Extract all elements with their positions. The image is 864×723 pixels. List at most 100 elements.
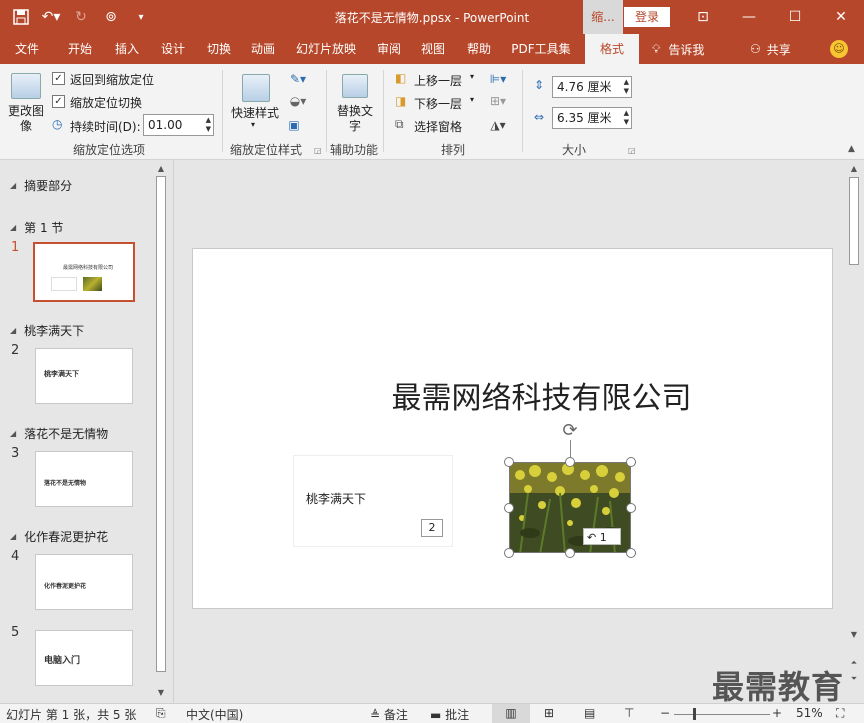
return-to-zoom-checkbox[interactable]: ✓	[52, 72, 65, 85]
tab-insert[interactable]: 插入	[106, 34, 148, 64]
section-collapse-icon[interactable]: ◢	[10, 181, 16, 190]
maximize-icon[interactable]: ☐	[772, 0, 818, 34]
section-header[interactable]: ◢ 第 1 节	[10, 219, 63, 236]
tab-file[interactable]: 文件	[6, 34, 48, 64]
resize-handle[interactable]	[504, 548, 514, 558]
width-input[interactable]: 6.35 厘米 ▲ ▼	[552, 107, 632, 129]
next-slide-icon[interactable]: ⏷	[847, 672, 861, 686]
zoom-slider-track[interactable]	[674, 714, 770, 715]
main-scrollbar[interactable]: ▲ ▼ ⏶ ⏷	[847, 160, 861, 703]
scroll-up-icon[interactable]: ▲	[847, 162, 861, 176]
feedback-smiley-icon[interactable]: ☺	[830, 40, 848, 58]
duration-input[interactable]: 01.00 ▲ ▼	[143, 114, 214, 136]
alt-text-button[interactable]: 替换文字	[332, 104, 378, 134]
tab-review[interactable]: 审阅	[368, 34, 410, 64]
effects-icon[interactable]: ◒▾	[284, 92, 312, 110]
bring-forward-button[interactable]: 上移一层	[414, 72, 462, 89]
border-pen-icon[interactable]: ✎▾	[284, 70, 312, 88]
section-collapse-icon[interactable]: ◢	[10, 326, 16, 335]
slide-thumbnail[interactable]: 电脑入门	[35, 630, 133, 686]
section-collapse-icon[interactable]: ◢	[10, 532, 16, 541]
language-indicator[interactable]: 中文(中国)	[186, 706, 243, 723]
slide-thumbnail[interactable]: 桃李满天下	[35, 348, 133, 404]
present-from-start-icon[interactable]: ⊚	[98, 6, 124, 28]
tell-me-box[interactable]: 💡︎ 告诉我	[652, 34, 704, 64]
zoom-out-icon[interactable]: −	[660, 706, 670, 720]
ribbon-display-options-icon[interactable]: ⊡	[680, 0, 726, 34]
slide-canvas[interactable]: 最需网络科技有限公司 桃李满天下 2 ⟳ ↶ 1	[192, 248, 833, 609]
background-image-icon[interactable]: ▣	[284, 116, 304, 134]
tab-animations[interactable]: 动画	[242, 34, 284, 64]
fit-slide-icon[interactable]: ⛶	[836, 706, 844, 721]
tab-slideshow[interactable]: 幻灯片放映	[290, 34, 362, 64]
selection-pane-button[interactable]: 选择窗格	[414, 118, 462, 135]
resize-handle[interactable]	[626, 457, 636, 467]
group-objects-icon[interactable]: ⊞▾	[485, 92, 511, 110]
slide-thumbnail[interactable]: 最需网络科技有限公司	[33, 242, 135, 302]
comments-button[interactable]: ▬ 批注	[430, 706, 469, 723]
section-header[interactable]: ◢ 化作春泥更护花	[10, 528, 108, 545]
send-backward-button[interactable]: 下移一层	[414, 95, 462, 112]
height-input[interactable]: 4.76 厘米 ▲ ▼	[552, 76, 632, 98]
dialog-launcher-icon[interactable]: ◲	[314, 146, 322, 155]
quick-styles-button[interactable]: 快速样式	[231, 104, 279, 121]
tab-transitions[interactable]: 切换	[198, 34, 240, 64]
scroll-down-icon[interactable]: ▼	[847, 628, 861, 642]
spinner-arrows-icon[interactable]: ▲ ▼	[624, 109, 629, 127]
section-header[interactable]: ◢ 落花不是无情物	[10, 425, 108, 442]
align-icon[interactable]: ⊫▾	[485, 70, 511, 88]
section-collapse-icon[interactable]: ◢	[10, 429, 16, 438]
resize-handle[interactable]	[565, 548, 575, 558]
slide-thumbnail[interactable]: 落花不是无情物	[35, 451, 133, 507]
spellcheck-icon[interactable]: ⎘	[156, 706, 166, 721]
rotate-icon[interactable]: ◮▾	[485, 116, 511, 134]
previous-slide-icon[interactable]: ⏶	[847, 656, 861, 670]
slide-thumbnail[interactable]: 化作春泥更护花	[35, 554, 133, 610]
context-tab-zoom-tools[interactable]: 缩...	[583, 0, 623, 34]
redo-icon[interactable]: ↻	[68, 6, 94, 28]
resize-handle[interactable]	[565, 457, 575, 467]
resize-handle[interactable]	[504, 457, 514, 467]
save-icon[interactable]	[8, 6, 34, 28]
resize-handle[interactable]	[504, 503, 514, 513]
customize-toolbar-icon[interactable]: ▾	[128, 6, 154, 28]
notes-button[interactable]: ≜ 备注	[370, 706, 408, 723]
resize-handle[interactable]	[626, 503, 636, 513]
scroll-down-icon[interactable]: ▼	[154, 686, 168, 700]
zoom-slider-thumb[interactable]	[693, 708, 696, 720]
quick-styles-icon[interactable]	[240, 72, 272, 104]
normal-view-icon[interactable]: ▥	[492, 704, 530, 723]
slide-sorter-icon[interactable]: ⊞	[544, 706, 554, 720]
login-button[interactable]: 登录	[624, 7, 670, 27]
scroll-up-icon[interactable]: ▲	[154, 162, 168, 176]
spinner-arrows-icon[interactable]: ▲ ▼	[206, 116, 211, 134]
tab-help[interactable]: 帮助	[458, 34, 500, 64]
zoom-in-icon[interactable]: +	[772, 706, 782, 720]
collapse-ribbon-icon[interactable]: ▲	[848, 144, 855, 154]
spinner-arrows-icon[interactable]: ▲ ▼	[624, 78, 629, 96]
alt-text-icon[interactable]	[340, 72, 370, 100]
scrollbar-thumb[interactable]	[849, 177, 859, 265]
reading-view-icon[interactable]: ▤	[584, 706, 595, 720]
section-zoom-box[interactable]: 桃李满天下 2	[293, 455, 453, 547]
tab-view[interactable]: 视图	[412, 34, 454, 64]
section-collapse-icon[interactable]: ◢	[10, 223, 16, 232]
undo-icon[interactable]: ↶▾	[38, 6, 64, 28]
slide-title[interactable]: 最需网络科技有限公司	[193, 373, 832, 417]
slideshow-icon[interactable]: ⊤	[624, 706, 634, 720]
tab-design[interactable]: 设计	[152, 34, 194, 64]
tab-format[interactable]: 格式	[585, 34, 639, 64]
tab-home[interactable]: 开始	[58, 34, 102, 64]
change-image-icon[interactable]	[8, 70, 44, 102]
change-image-button[interactable]: 更改图像	[6, 104, 46, 134]
rotate-handle-icon[interactable]: ⟳	[560, 421, 580, 441]
resize-handle[interactable]	[626, 548, 636, 558]
zoom-transition-checkbox[interactable]: ✓	[52, 95, 65, 108]
zoom-level[interactable]: 51%	[796, 706, 823, 720]
scrollbar-thumb[interactable]	[156, 176, 166, 672]
tab-pdf-tools[interactable]: PDF工具集	[506, 34, 576, 64]
section-header[interactable]: ◢ 摘要部分	[10, 177, 72, 194]
dialog-launcher-icon[interactable]: ◲	[628, 146, 636, 155]
share-button[interactable]: ⚇ 共享	[750, 34, 791, 64]
pane-scrollbar[interactable]: ▲ ▼	[154, 160, 168, 703]
